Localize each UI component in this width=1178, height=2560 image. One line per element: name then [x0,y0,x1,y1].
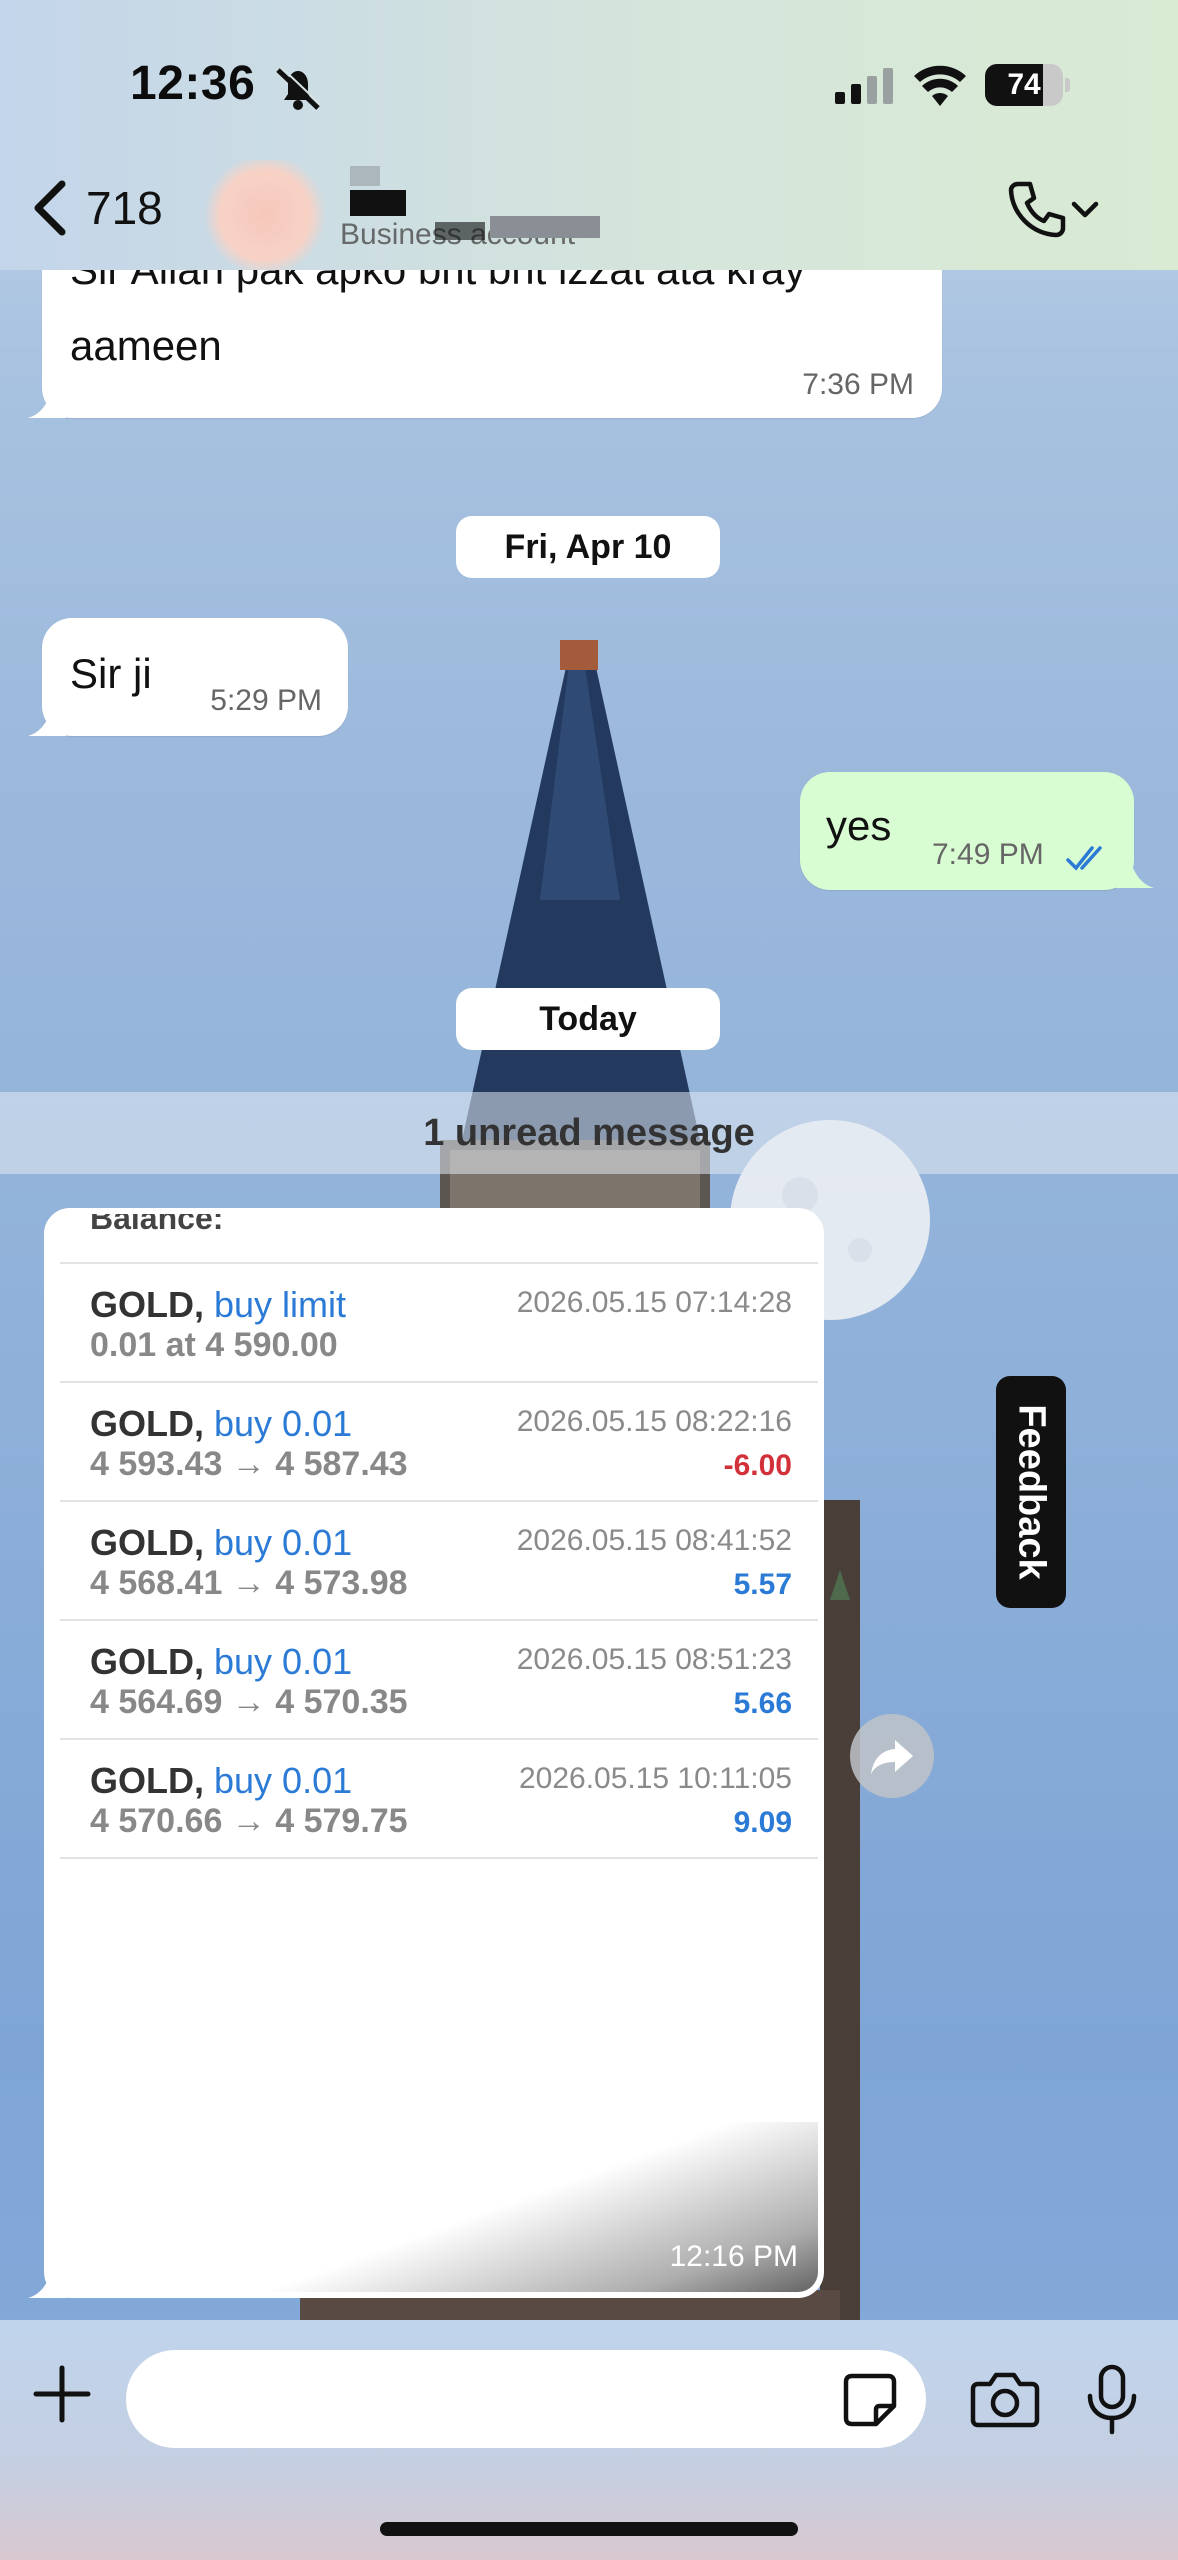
trade-symbol-line: GOLD, buy 0.01 [90,1403,353,1444]
message-text: Sir ji [70,650,152,697]
trade-symbol-line: GOLD, buy 0.01 [90,1641,353,1682]
message-list[interactable]: Sir Allah pak apko bht bht izzat ata kra… [0,230,1178,2320]
trade-row: GOLD, buy 0.01 4 570.66 → 4 579.75 2026.05… [60,1740,818,1859]
bubble-tail [28,2270,66,2298]
forward-icon [871,1740,913,1774]
trade-symbol-line: GOLD, buy 0.01 [90,1760,353,1801]
trade-symbol: GOLD [90,1760,194,1801]
date-separator: Fri, Apr 10 [456,516,720,578]
trade-date: 2026.05.15 10:11:05 [518,1762,792,1795]
clock: 12:36 [130,57,256,110]
sticker-icon[interactable] [842,2372,898,2428]
contact-name-redacted[interactable] [350,190,406,216]
trade-date: 2026.05.15 08:51:23 [516,1643,792,1676]
trade-detail: 4 568.41 → 4 573.98 [90,1564,408,1602]
bubble-tail [1116,860,1154,888]
feedback-label: Feedback [1010,1404,1053,1580]
name-redaction-bar [490,216,600,238]
attach-plus-icon[interactable] [30,2362,94,2426]
trade-side: buy 0.01 [214,1760,353,1801]
message-timestamp: 12:16 PM [669,2240,798,2273]
name-redaction-bar [435,222,485,240]
forward-button[interactable] [850,1714,934,1798]
trade-row: GOLD, buy 0.01 4 593.43 → 4 587.43 2026.05… [60,1383,818,1502]
trade-side: buy 0.01 [214,1641,353,1682]
trade-symbol: GOLD [90,1522,194,1563]
chevron-down-icon [1071,201,1099,218]
back-button[interactable]: 718 [28,178,163,238]
read-receipt-icon [1066,846,1102,871]
trade-date: 2026.05.15 07:14:28 [516,1286,792,1319]
message-timestamp: 7:36 PM [802,368,914,401]
cellular-signal-icon [835,68,893,104]
outgoing-message[interactable]: yes 7:49 PM [800,772,1134,890]
message-text: aameen [70,322,222,369]
unread-divider: 1 unread message [0,1092,1178,1174]
trade-detail: 4 593.43 → 4 587.43 [90,1445,408,1483]
image-message[interactable]: Balance: GOLD, buy limit 0.01 at 4 590.00… [44,1208,824,2298]
trade-symbol: GOLD [90,1284,194,1325]
trade-side: buy 0.01 [214,1522,353,1563]
home-indicator[interactable] [380,2522,798,2536]
call-button[interactable] [1006,178,1102,240]
wifi-icon [914,65,966,106]
trade-profit-loss: -6.00 [723,1449,792,1482]
contact-name-redacted [350,166,380,186]
microphone-icon[interactable] [1084,2364,1140,2436]
message-text: yes [826,802,892,849]
date-separator: Today [456,988,720,1050]
trade-date: 2026.05.15 08:22:16 [516,1405,792,1438]
chevron-left-icon [34,180,66,236]
trade-row: GOLD, buy limit 0.01 at 4 590.00 2026.05.1… [60,1264,818,1383]
trade-side: buy 0.01 [214,1403,353,1444]
silent-mode-icon [276,66,322,110]
battery-indicator: 74 [985,64,1070,106]
trade-side: buy limit [214,1284,347,1325]
bubble-tail [28,708,66,736]
status-bar: 12:36 74 [0,0,1178,170]
trade-detail: 4 564.69 → 4 570.35 [90,1683,408,1721]
message-timestamp: 5:29 PM [210,684,322,717]
unread-chats-count: 718 [86,182,163,234]
message-timestamp: 7:49 PM [932,838,1044,871]
phone-icon [1008,181,1066,238]
message-input-field[interactable] [126,2350,926,2448]
trade-symbol-line: GOLD, buy 0.01 [90,1522,353,1563]
avatar[interactable] [205,160,325,270]
trade-profit-loss: 5.66 [733,1687,792,1720]
trade-symbol: GOLD [90,1641,194,1682]
trade-list-header-cut: Balance: [60,1214,818,1264]
trade-detail: 4 570.66 → 4 579.75 [90,1802,408,1840]
trade-profit-loss: 9.09 [733,1806,792,1839]
trade-detail: 0.01 at 4 590.00 [90,1326,338,1364]
chat-header: 718 Business account [0,160,1178,270]
battery-percentage: 74 [1007,68,1041,101]
bubble-tail [28,390,66,418]
trade-date: 2026.05.15 08:41:52 [516,1524,792,1557]
trade-history-screenshot: Balance: GOLD, buy limit 0.01 at 4 590.00… [60,1214,818,1859]
trade-row: GOLD, buy 0.01 4 568.41 → 4 573.98 2026.05… [60,1502,818,1621]
balance-label: Balance: [90,1214,224,1236]
feedback-tab[interactable]: Feedback [996,1376,1066,1608]
trade-symbol-line: GOLD, buy limit [90,1284,347,1325]
trade-profit-loss: 5.57 [733,1568,792,1601]
trade-symbol: GOLD [90,1403,194,1444]
message-input[interactable] [126,2350,826,2448]
trade-row: GOLD, buy 0.01 4 564.69 → 4 570.35 2026.05… [60,1621,818,1740]
camera-icon[interactable] [970,2370,1040,2428]
incoming-message[interactable]: Sir ji 5:29 PM [42,618,348,736]
